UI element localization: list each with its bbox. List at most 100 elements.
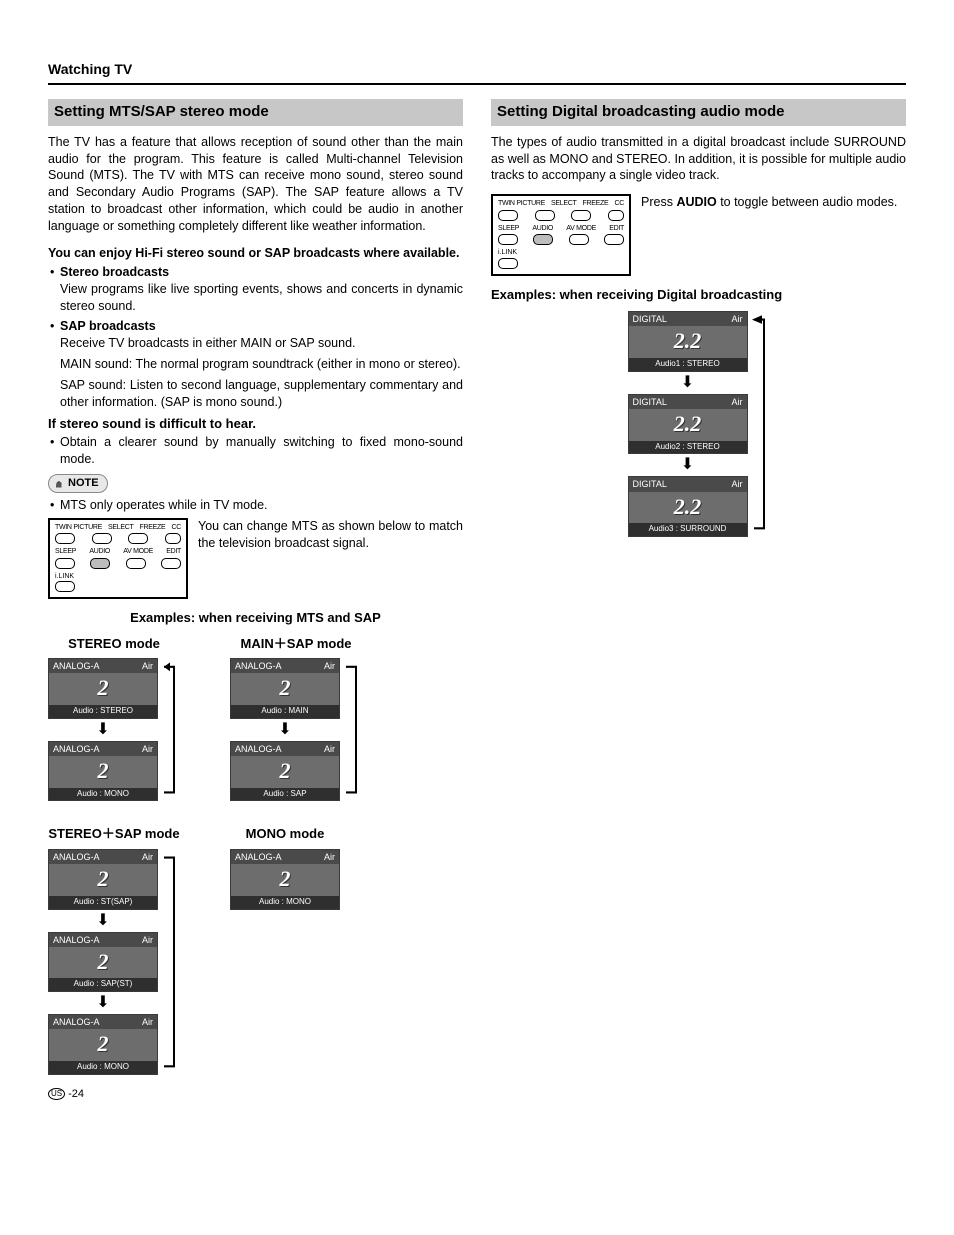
- stereosap-mode-col: STEREO＋SAP mode ANALOG-AAir 2 Audio : ST…: [48, 825, 180, 1074]
- sap-body-3: SAP sound: Listen to second language, su…: [60, 377, 463, 411]
- difficult-body: Obtain a clearer sound by manually switc…: [60, 434, 463, 468]
- osd-top-right: Air: [732, 478, 743, 490]
- remote-label: SLEEP: [55, 547, 76, 556]
- examples-digital-heading: Examples: when receiving Digital broadca…: [491, 286, 906, 304]
- osd-top-right: Air: [324, 743, 335, 755]
- remote-label: SELECT: [551, 199, 576, 208]
- remote-and-text-right: TWIN PICTURE SELECT FREEZE CC SLEEP AUDI…: [491, 194, 906, 275]
- enjoy-heading: You can enjoy Hi-Fi stereo sound or SAP …: [48, 245, 463, 262]
- stereo-mode-col: STEREO mode ANALOG-A Air 2 Audio : STEREO…: [48, 635, 180, 802]
- osd-box: ANALOG-AAir 2 Audio : SAP(ST): [48, 932, 158, 993]
- press-audio-pre: Press: [641, 195, 676, 209]
- down-arrow-icon: ⬇: [681, 457, 694, 473]
- osd-top-right: Air: [142, 743, 153, 755]
- osd-top-left: ANALOG-A: [53, 743, 100, 755]
- remote-label: TWIN PICTURE: [55, 523, 102, 532]
- remote-button: [498, 210, 518, 221]
- section-title: Watching TV: [48, 60, 906, 85]
- left-heading: Setting MTS/SAP stereo mode: [48, 99, 463, 126]
- left-intro: The TV has a feature that allows recepti…: [48, 134, 463, 235]
- osd-channel: 2: [49, 673, 157, 705]
- remote-button: [569, 234, 589, 245]
- press-audio-text: Press AUDIO to toggle between audio mode…: [641, 194, 906, 211]
- sap-broadcasts-title: SAP broadcasts: [60, 318, 463, 335]
- remote-button-audio: [533, 234, 553, 245]
- osd-bottom: Audio : SAP: [231, 788, 339, 801]
- osd-channel: 2: [49, 864, 157, 896]
- remote-label: FREEZE: [140, 523, 166, 532]
- left-column: Setting MTS/SAP stereo mode The TV has a…: [48, 99, 463, 1075]
- sap-body-1: Receive TV broadcasts in either MAIN or …: [60, 335, 463, 352]
- remote-label: CC: [614, 199, 624, 208]
- remote-label: SELECT: [108, 523, 133, 532]
- remote-button: [92, 533, 112, 544]
- stereo-broadcasts-title: Stereo broadcasts: [60, 264, 463, 281]
- cycle-diagram-digital: DIGITAL Air 2.2 Audio1 : STEREO ⬇ DIGITAL…: [628, 311, 770, 537]
- mainsap-mode-col: MAIN＋SAP mode ANALOG-AAir 2 Audio : MAIN…: [230, 635, 362, 802]
- region-badge: US: [48, 1088, 65, 1100]
- osd-channel: 2: [49, 1029, 157, 1061]
- remote-label: FREEZE: [583, 199, 609, 208]
- cycle-return-arrow: [752, 311, 770, 537]
- right-column: Setting Digital broadcasting audio mode …: [491, 99, 906, 1075]
- osd-bottom: Audio : MAIN: [231, 705, 339, 718]
- mode-title: MONO mode: [246, 825, 325, 843]
- remote-button: [55, 558, 75, 569]
- osd-channel: 2: [49, 947, 157, 979]
- osd-bottom: Audio1 : STEREO: [629, 358, 747, 371]
- bullet-dot: •: [50, 497, 60, 514]
- cycle-return-arrow: [344, 658, 362, 801]
- remote-label: EDIT: [609, 224, 624, 233]
- cycle-diagram: ANALOG-AAir 2 Audio : MAIN ⬇ ANALOG-AAir…: [230, 658, 362, 801]
- down-arrow-icon: ⬇: [681, 375, 694, 391]
- osd-top-right: Air: [732, 396, 743, 408]
- stereo-broadcasts-body: View programs like live sporting events,…: [60, 281, 463, 315]
- cycle-diagram: ANALOG-AAir 2 Audio : ST(SAP) ⬇ ANALOG-A…: [48, 849, 180, 1075]
- remote-button: [161, 558, 181, 569]
- remote-button: [604, 234, 624, 245]
- osd-channel: 2.2: [629, 492, 747, 524]
- mode-title: STEREO mode: [68, 635, 160, 653]
- bullet-difficult: • Obtain a clearer sound by manually swi…: [50, 434, 463, 468]
- remote-diagram: TWIN PICTURE SELECT FREEZE CC SLEEP AUDI…: [491, 194, 631, 275]
- osd-top-left: ANALOG-A: [53, 660, 100, 672]
- remote-label: AV MODE: [566, 224, 596, 233]
- osd-bottom: Audio : ST(SAP): [49, 896, 157, 909]
- osd-top-left: ANALOG-A: [235, 743, 282, 755]
- bullet-dot: •: [50, 264, 60, 281]
- osd-top-right: Air: [324, 851, 335, 863]
- osd-bottom: Audio : MONO: [231, 896, 339, 909]
- remote-button: [535, 210, 555, 221]
- osd-top-left: ANALOG-A: [53, 851, 100, 863]
- osd-channel: 2.2: [629, 326, 747, 358]
- remote-button: [55, 533, 75, 544]
- bullet-sap: • SAP broadcasts: [50, 318, 463, 335]
- osd-top-left: ANALOG-A: [53, 934, 100, 946]
- remote-label: i.LINK: [498, 248, 624, 257]
- osd-bottom: Audio : SAP(ST): [49, 978, 157, 991]
- bullet-dot: •: [50, 434, 60, 468]
- osd-channel: 2.2: [629, 409, 747, 441]
- note-label: NOTE: [68, 476, 99, 491]
- osd-channel: 2: [231, 864, 339, 896]
- remote-label: AUDIO: [89, 547, 110, 556]
- remote-label: TWIN PICTURE: [498, 199, 545, 208]
- remote-button: [55, 581, 75, 592]
- osd-channel: 2: [231, 756, 339, 788]
- bullet-dot: •: [50, 318, 60, 335]
- remote-button: [128, 533, 148, 544]
- osd-top-right: Air: [142, 851, 153, 863]
- osd-box: ANALOG-AAir 2 Audio : MAIN: [230, 658, 340, 719]
- two-column-layout: Setting MTS/SAP stereo mode The TV has a…: [48, 99, 906, 1075]
- osd-top-left: DIGITAL: [633, 478, 667, 490]
- osd-top-right: Air: [142, 660, 153, 672]
- osd-bottom: Audio : STEREO: [49, 705, 157, 718]
- sap-body-2: MAIN sound: The normal program soundtrac…: [60, 356, 463, 373]
- osd-box: DIGITALAir 2.2 Audio2 : STEREO: [628, 394, 748, 455]
- note-body: MTS only operates while in TV mode.: [60, 497, 463, 514]
- remote-and-text: TWIN PICTURE SELECT FREEZE CC SLEEP AUDI…: [48, 518, 463, 599]
- press-audio-bold: AUDIO: [676, 195, 716, 209]
- bullet-stereo: • Stereo broadcasts: [50, 264, 463, 281]
- remote-label: AUDIO: [532, 224, 553, 233]
- hand-icon: [53, 477, 65, 489]
